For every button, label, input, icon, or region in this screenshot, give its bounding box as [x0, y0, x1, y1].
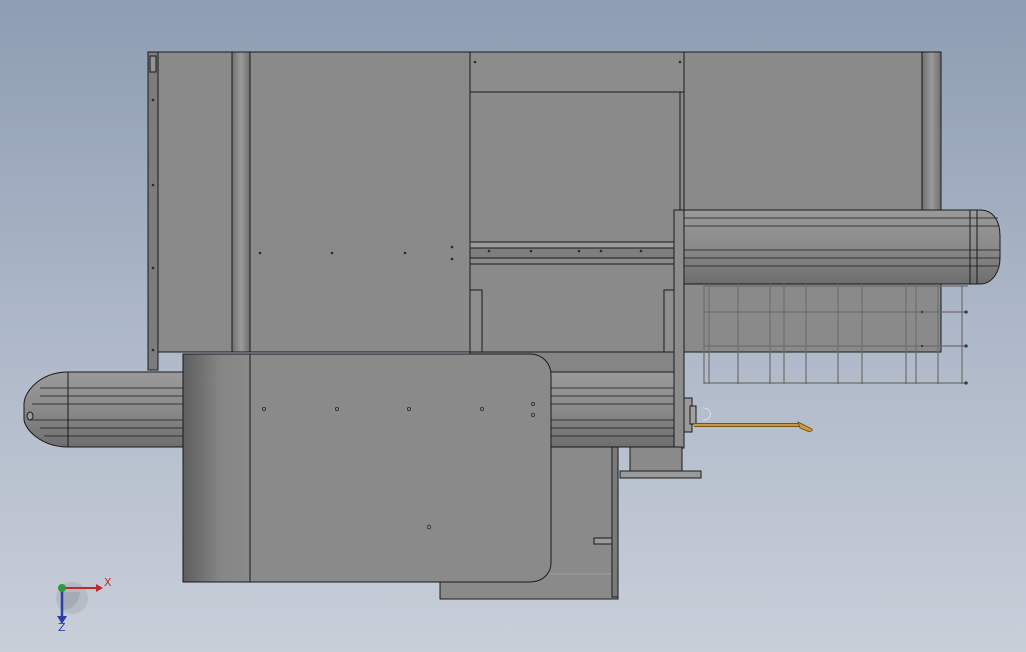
z-axis-label: Z — [58, 621, 66, 634]
x-axis-arrowhead — [96, 584, 103, 592]
pull-rod — [694, 407, 813, 432]
right-roller-tube — [683, 209, 1001, 285]
front-cover-box — [182, 353, 552, 583]
cad-viewport[interactable]: X Z — [0, 0, 1026, 652]
y-axis-dot — [58, 584, 66, 592]
x-axis-label: X — [104, 576, 112, 589]
orientation-triad — [56, 582, 103, 624]
assembly-drawing[interactable] — [0, 0, 1026, 652]
